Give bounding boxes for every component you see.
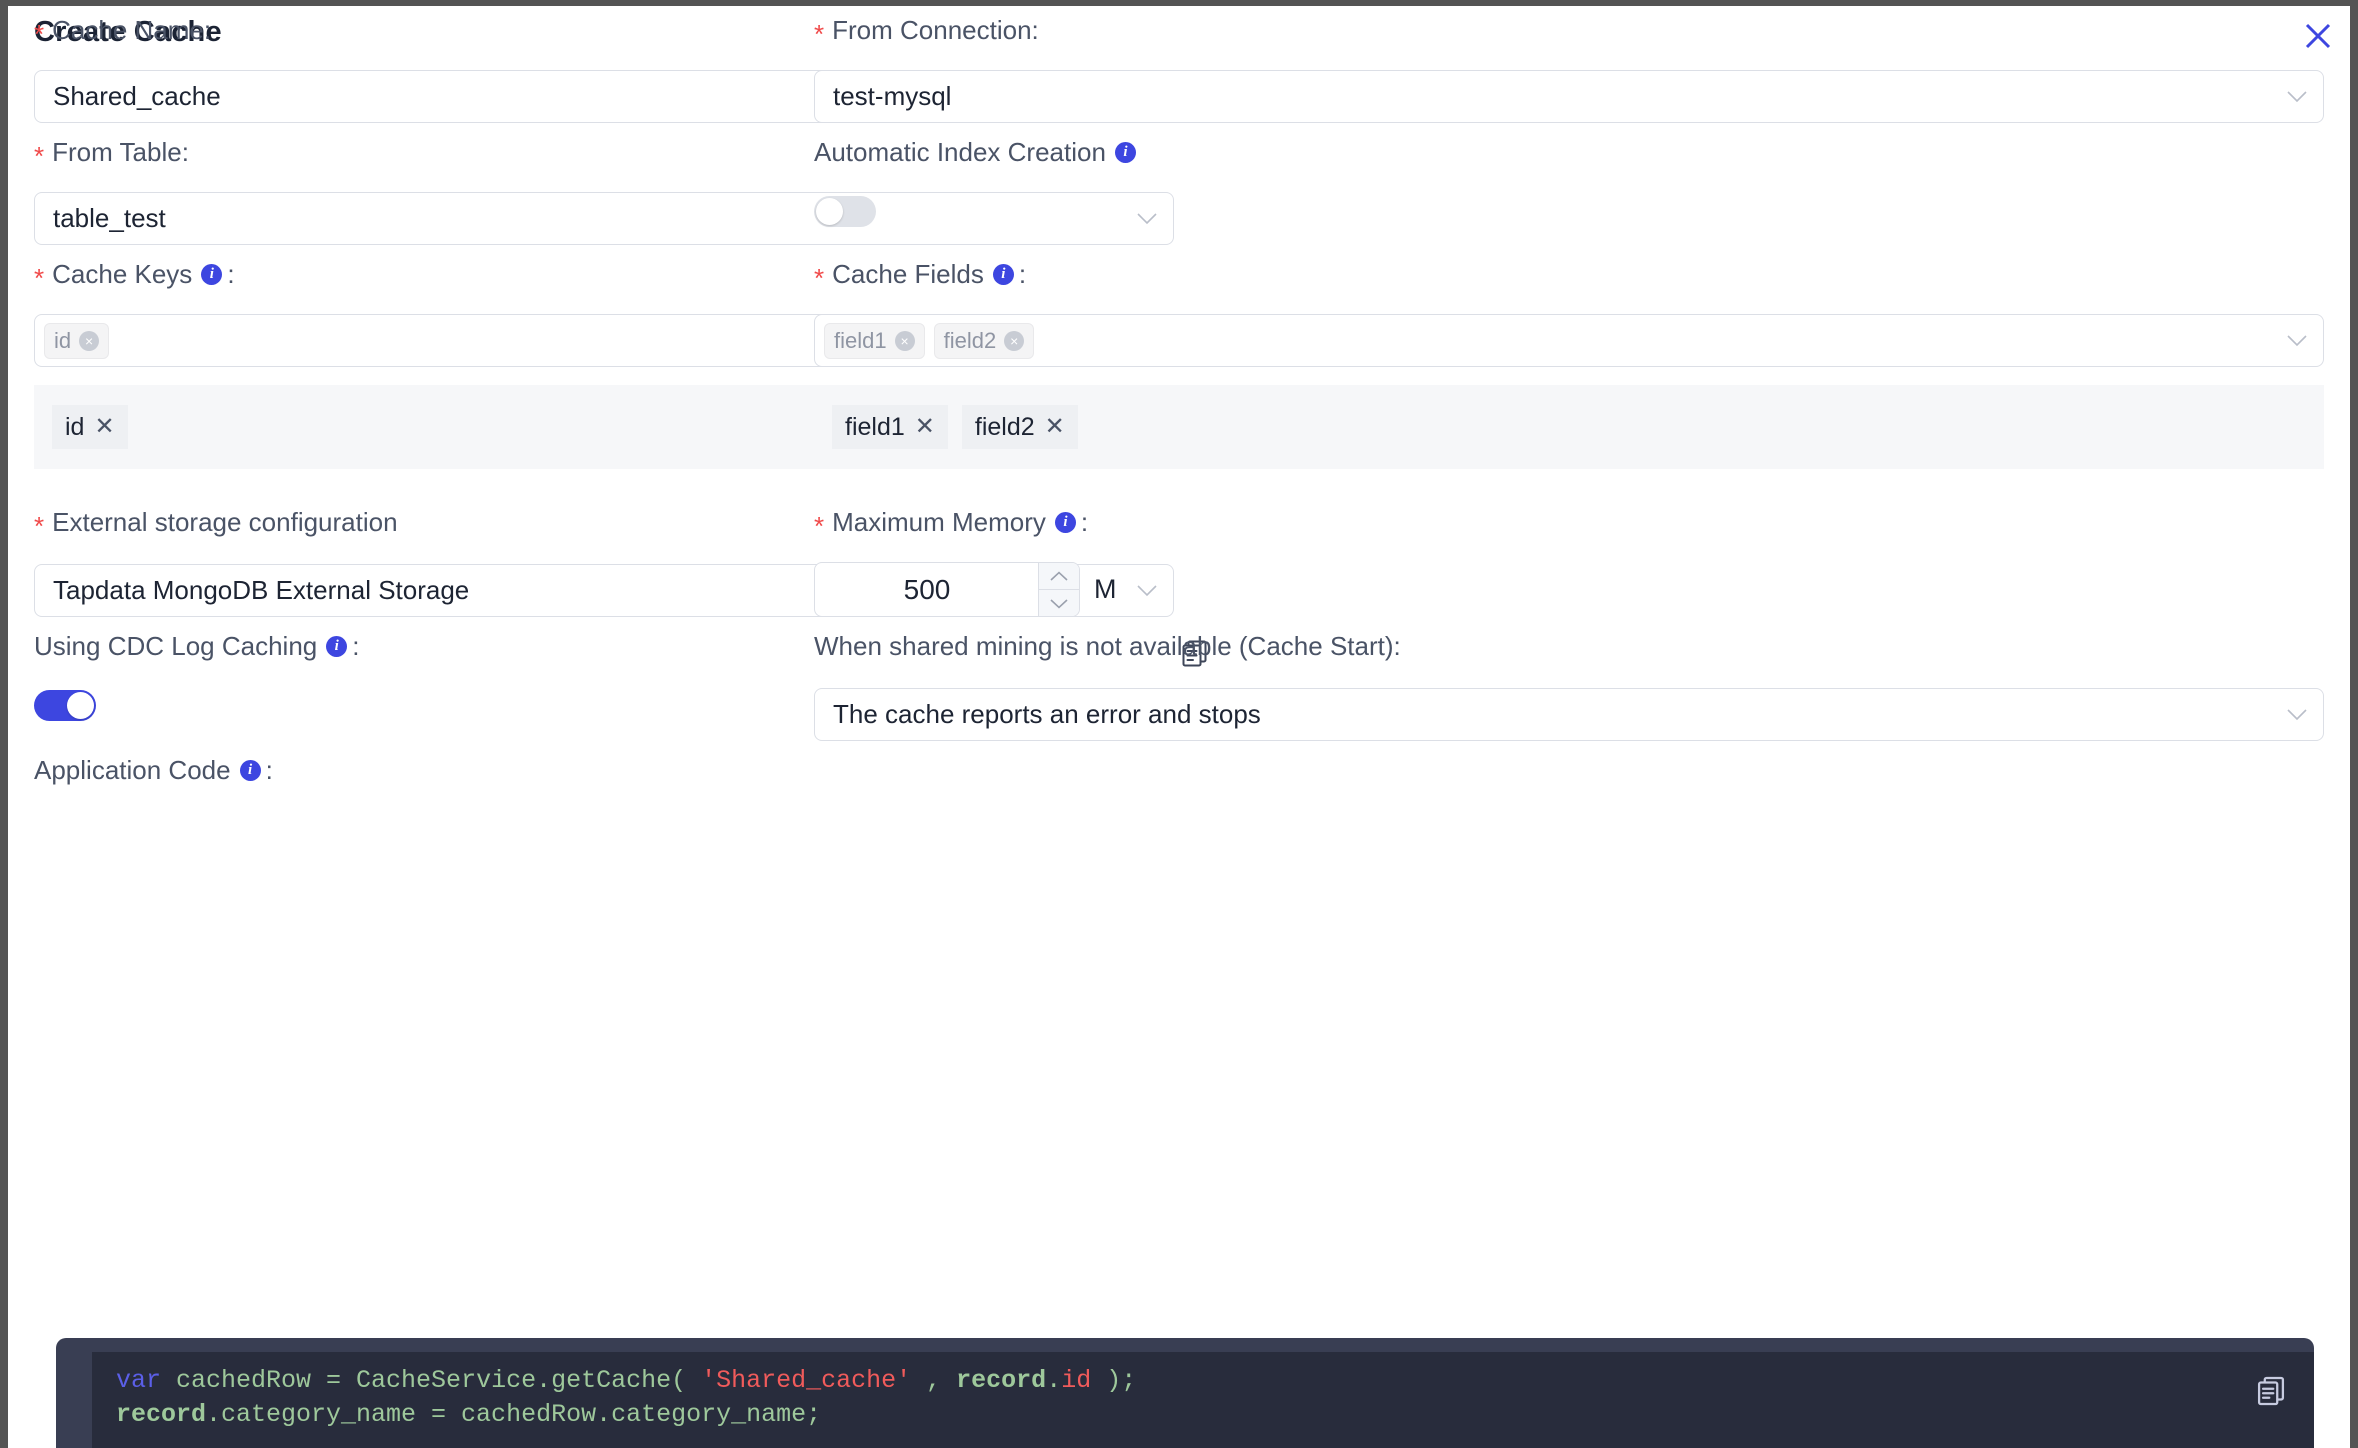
shared-mining-unavailable-field: When shared mining is not available (Cac…: [814, 630, 2350, 741]
stepper-increment-button[interactable]: [1039, 563, 1079, 590]
info-icon[interactable]: i: [1115, 142, 1136, 163]
required-marker: *: [34, 143, 44, 169]
memory-unit-label: M: [1094, 574, 1117, 605]
application-code-field: Application Code i :: [34, 754, 1174, 786]
close-icon[interactable]: ×: [895, 331, 915, 351]
create-cache-dialog: Create Cache * Cache Name: Shared_cache …: [8, 6, 2350, 1448]
code-token-text: cachedRow = CacheService.getCache(: [161, 1366, 701, 1395]
label-text: Cache Fields: [832, 258, 984, 290]
from-table-value: table_test: [53, 203, 166, 234]
chevron-down-icon: [2287, 709, 2307, 721]
list-item[interactable]: field2 ✕: [962, 405, 1078, 449]
automatic-index-creation-field: Automatic Index Creation i: [814, 136, 2350, 227]
info-icon[interactable]: i: [326, 636, 347, 657]
cdc-log-caching-toggle[interactable]: [34, 690, 96, 721]
copy-icon: [2254, 1395, 2288, 1412]
label-text: External storage configuration: [52, 506, 397, 538]
cache-name-value: Shared_cache: [53, 81, 221, 112]
stepper-buttons: [1038, 563, 1079, 616]
close-icon[interactable]: ✕: [94, 415, 114, 439]
chip-label: field1: [845, 412, 905, 442]
required-marker: *: [34, 21, 44, 47]
code-token-text: .category_name = cachedRow.category_name…: [206, 1400, 821, 1429]
maximum-memory-value: 500: [904, 574, 991, 606]
label-text: Using CDC Log Caching: [34, 630, 317, 662]
chip-label: field1: [834, 327, 887, 355]
info-icon[interactable]: i: [201, 264, 222, 285]
info-icon[interactable]: i: [1055, 512, 1076, 533]
shared-mining-value: The cache reports an error and stops: [833, 699, 1261, 730]
chevron-down-icon: [2287, 91, 2307, 103]
label-text: Maximum Memory: [832, 506, 1046, 538]
maximum-memory-label: * Maximum Memory i :: [814, 506, 2350, 538]
label-text: Automatic Index Creation: [814, 136, 1106, 168]
external-storage-value: Tapdata MongoDB External Storage: [53, 575, 469, 606]
code-line: var cachedRow = CacheService.getCache( '…: [116, 1364, 2314, 1398]
chip-label: id: [65, 412, 84, 442]
screen: Create Cache * Cache Name: Shared_cache …: [0, 0, 2358, 1448]
chevron-down-icon: [2287, 335, 2307, 347]
shared-mining-unavailable-select[interactable]: The cache reports an error and stops: [814, 688, 2324, 741]
required-marker: *: [814, 265, 824, 291]
label-colon: :: [266, 754, 273, 786]
label-text: When shared mining is not available (Cac…: [814, 630, 1401, 662]
chip-label: id: [54, 327, 71, 355]
code-token-text: .: [1046, 1366, 1061, 1395]
label-colon: :: [227, 258, 234, 290]
stepper-decrement-button[interactable]: [1039, 590, 1079, 616]
code-editor[interactable]: var cachedRow = CacheService.getCache( '…: [92, 1352, 2314, 1448]
list-item[interactable]: field1 ✕: [832, 405, 948, 449]
from-connection-value: test-mysql: [833, 81, 951, 112]
chip-label: field2: [944, 327, 997, 355]
cache-fields-panel: field1 ✕ field2 ✕: [814, 385, 2324, 469]
toggle-knob: [816, 198, 843, 225]
maximum-memory-stepper[interactable]: 500: [814, 562, 1080, 617]
label-text: From Connection:: [832, 14, 1039, 46]
toggle-knob: [67, 692, 94, 719]
code-token-keyword: var: [116, 1366, 161, 1395]
label-text: From Table:: [52, 136, 189, 168]
close-icon[interactable]: ✕: [1045, 415, 1065, 439]
label-colon: :: [352, 630, 359, 662]
cache-fields-field: * Cache Fields i : field1 × field2 ×: [814, 258, 2350, 469]
label-colon: :: [1081, 506, 1088, 538]
close-icon[interactable]: ✕: [915, 415, 935, 439]
required-marker: *: [34, 513, 44, 539]
code-line: record.category_name = cachedRow.categor…: [116, 1398, 2314, 1432]
code-token-identifier: record: [956, 1366, 1046, 1395]
cache-fields-multiselect[interactable]: field1 × field2 ×: [814, 314, 2324, 367]
list-item[interactable]: id ×: [44, 323, 109, 359]
application-code-block: var cachedRow = CacheService.getCache( '…: [56, 1338, 2314, 1448]
automatic-index-creation-toggle[interactable]: [814, 196, 876, 227]
label-text: Application Code: [34, 754, 231, 786]
label-text: Cache Keys: [52, 258, 192, 290]
label-colon: :: [1019, 258, 1026, 290]
chip-label: field2: [975, 412, 1035, 442]
code-token-identifier: record: [116, 1400, 206, 1429]
info-icon[interactable]: i: [993, 264, 1014, 285]
label-text: Cache Name:: [52, 14, 211, 46]
code-token-string: 'Shared_cache': [701, 1366, 911, 1395]
required-marker: *: [814, 513, 824, 539]
shared-mining-unavailable-label: When shared mining is not available (Cac…: [814, 630, 2350, 662]
maximum-memory-field: * Maximum Memory i : 500: [814, 506, 2350, 617]
close-icon[interactable]: ×: [1004, 331, 1024, 351]
cache-fields-label: * Cache Fields i :: [814, 258, 2350, 290]
automatic-index-creation-label: Automatic Index Creation i: [814, 136, 2350, 168]
required-marker: *: [814, 21, 824, 47]
list-item[interactable]: field1 ×: [824, 323, 925, 359]
list-item[interactable]: id ✕: [52, 405, 128, 449]
from-connection-field: * From Connection: test-mysql: [814, 14, 2350, 123]
close-icon[interactable]: ×: [79, 331, 99, 351]
info-icon[interactable]: i: [240, 760, 261, 781]
code-token-text: );: [1091, 1366, 1136, 1395]
code-token-text: ,: [911, 1366, 956, 1395]
copy-code-button[interactable]: [2254, 1374, 2288, 1413]
code-token-property: id: [1061, 1366, 1091, 1395]
application-code-label: Application Code i :: [34, 754, 1174, 786]
required-marker: *: [34, 265, 44, 291]
from-connection-select[interactable]: test-mysql: [814, 70, 2324, 123]
list-item[interactable]: field2 ×: [934, 323, 1035, 359]
from-connection-label: * From Connection:: [814, 14, 2350, 46]
